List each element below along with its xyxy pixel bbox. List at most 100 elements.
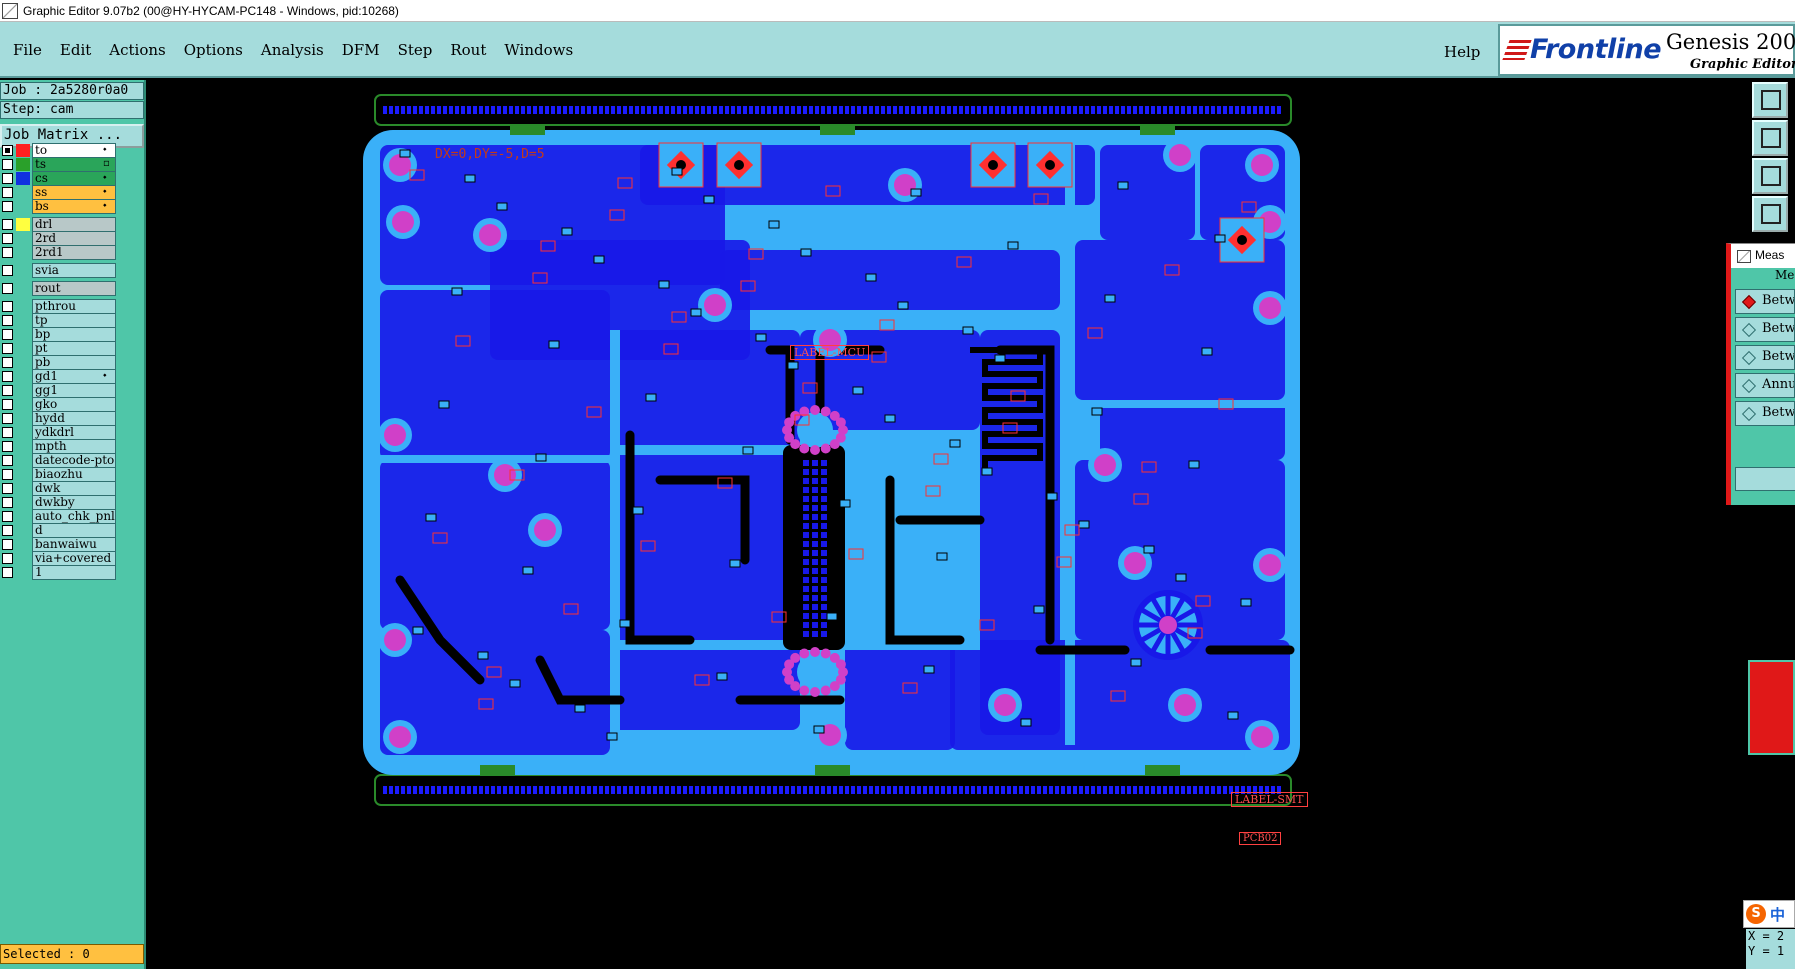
layer-checkbox[interactable] [2,357,13,368]
rail-via [515,786,519,794]
layer-row-cs[interactable]: cs ⬩ [0,171,146,186]
layer-row-ss[interactable]: ss ⬩ [0,185,146,200]
ic-pin [812,613,818,619]
menu-file[interactable]: File [4,39,51,61]
layer-row-pt[interactable]: pt [0,341,146,356]
layer-row-pb[interactable]: pb [0,355,146,370]
layer-row-rout[interactable]: rout [0,281,146,296]
measure-option[interactable]: Betw [1735,317,1795,342]
menu-edit[interactable]: Edit [51,39,100,61]
layer-row-dwk[interactable]: dwk [0,481,146,496]
layer-checkbox[interactable] [2,247,13,258]
layer-checkbox[interactable] [2,187,13,198]
rail-via [671,786,675,794]
layer-checkbox[interactable] [2,399,13,410]
layer-checkbox[interactable] [2,301,13,312]
layer-checkbox[interactable] [2,511,13,522]
layer-row-svia[interactable]: svia [0,263,146,278]
layer-checkbox[interactable] [2,219,13,230]
layer-row-dwkby[interactable]: dwkby [0,495,146,510]
fit-tool-button[interactable] [1752,158,1788,194]
import-tool-button[interactable] [1752,120,1788,156]
layer-checkbox[interactable] [2,441,13,452]
smd-pad [852,386,864,395]
menu-help[interactable]: Help [1438,41,1486,63]
layer-row-d[interactable]: d [0,523,146,538]
layer-checkbox[interactable] [2,315,13,326]
layer-row-auto_chk_pnl[interactable]: auto_chk_pnl [0,509,146,524]
layer-row-bp[interactable]: bp [0,327,146,342]
rail-via [983,106,987,114]
measure-option[interactable]: Annu [1735,373,1795,398]
layer-checkbox[interactable] [2,159,13,170]
menu-rout[interactable]: Rout [441,39,495,61]
layer-checkbox[interactable] [2,567,13,578]
layer-checkbox[interactable] [2,553,13,564]
layer-checkbox[interactable] [2,371,13,382]
layer-checkbox[interactable] [2,329,13,340]
ime-language[interactable]: 中 [1770,904,1785,925]
rail-via [1121,786,1125,794]
measure-option[interactable]: Betw [1735,401,1795,426]
pcb-board-view[interactable] [148,80,1746,969]
measure-option[interactable]: Betw [1735,289,1795,314]
layer-checkbox[interactable] [2,497,13,508]
menu-dfm[interactable]: DFM [333,39,389,61]
layer-row-mpth[interactable]: mpth [0,439,146,454]
layer-checkbox[interactable] [2,427,13,438]
rail-via [503,786,507,794]
layer-row-gko[interactable]: gko [0,397,146,412]
rail-via [617,106,621,114]
rail-via [1013,106,1017,114]
layer-row-datecode-pto[interactable]: datecode-pto [0,453,146,468]
layer-row-banwaiwu[interactable]: banwaiwu [0,537,146,552]
via [829,681,840,692]
layer-checkbox[interactable] [2,283,13,294]
layer-row-pthrou[interactable]: pthrou [0,299,146,314]
layer-checkbox[interactable] [2,201,13,212]
layer-row-biaozhu[interactable]: biaozhu [0,467,146,482]
layer-row-drl[interactable]: drl [0,217,146,232]
layer-row-1[interactable]: 1 [0,565,146,580]
layer-checkbox[interactable] [2,343,13,354]
layer-checkbox[interactable] [2,265,13,276]
ime-toolbar[interactable]: S 中 [1743,900,1795,928]
layer-row-tp[interactable]: tp [0,313,146,328]
rail-via [1133,106,1137,114]
layer-row-to[interactable]: to ⬩ [0,143,146,158]
layer-checkbox[interactable] [2,145,13,156]
layer-checkbox[interactable] [2,413,13,424]
layer-checkbox[interactable] [2,455,13,466]
layer-row-via+covered[interactable]: via+covered [0,551,146,566]
menu-analysis[interactable]: Analysis [252,39,333,61]
layer-checkbox[interactable] [2,525,13,536]
measure-action-button[interactable] [1735,467,1795,491]
menu-actions[interactable]: Actions [100,39,174,61]
graphic-canvas[interactable]: DX=0,DY=-5,D=5 LABEL-MCU LABEL-SMT PCB02 [148,80,1746,969]
display-tool-button[interactable] [1752,196,1788,232]
rail-via [947,786,951,794]
layer-name: 2rd [32,231,116,246]
menu-step[interactable]: Step [389,39,442,61]
rail-via [1187,106,1191,114]
layer-row-2rd[interactable]: 2rd [0,231,146,246]
measure-option[interactable]: Betw [1735,345,1795,370]
rail-via [599,786,603,794]
layer-row-2rd1[interactable]: 2rd1 [0,245,146,260]
layer-row-ydkdrl[interactable]: ydkdrl [0,425,146,440]
export-tool-button[interactable] [1752,82,1788,118]
layer-row-gd1[interactable]: gd1 ⬩ [0,369,146,384]
layer-row-bs[interactable]: bs ⬩ [0,199,146,214]
layer-checkbox[interactable] [2,385,13,396]
layer-row-ts[interactable]: ts ▫ [0,157,146,172]
layer-checkbox[interactable] [2,233,13,244]
menu-options[interactable]: Options [175,39,252,61]
layer-checkbox[interactable] [2,483,13,494]
layer-row-gg1[interactable]: gg1 [0,383,146,398]
layer-checkbox[interactable] [2,173,13,184]
rail-via [695,106,699,114]
layer-checkbox[interactable] [2,539,13,550]
layer-checkbox[interactable] [2,469,13,480]
menu-windows[interactable]: Windows [495,39,582,61]
layer-row-hydd[interactable]: hydd [0,411,146,426]
